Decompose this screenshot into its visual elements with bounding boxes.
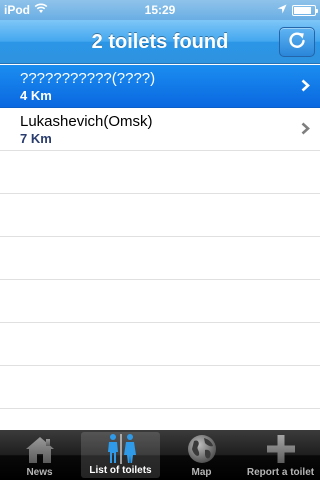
tab-label: News [26, 467, 53, 478]
empty-row [0, 409, 320, 430]
toilet-distance: 7 Km [20, 131, 52, 146]
location-arrow-icon [277, 3, 287, 17]
list-item[interactable]: ???????????(????) 4 Km [0, 65, 320, 108]
restroom-icon [104, 433, 138, 465]
refresh-icon [287, 30, 307, 55]
tab-label: List of toilets [89, 465, 152, 476]
empty-row [0, 194, 320, 237]
tab-news[interactable]: News [0, 430, 79, 480]
chevron-right-icon [301, 79, 310, 97]
battery-icon [292, 4, 318, 16]
refresh-button[interactable] [279, 27, 315, 57]
plus-icon [264, 433, 298, 465]
tab-label: Report a toilet [246, 467, 315, 478]
tab-map[interactable]: Map [162, 430, 241, 480]
toilet-distance: 4 Km [20, 88, 52, 103]
globe-icon [185, 433, 219, 465]
list-item[interactable]: Lukashevich(Omsk) 7 Km [0, 108, 320, 151]
chevron-right-icon [301, 122, 310, 140]
toilet-list: ???????????(????) 4 Km Lukashevich(Omsk)… [0, 65, 320, 430]
tab-bar: News List of toilets Map Report a toilet [0, 430, 320, 480]
status-bar: iPod 15:29 [0, 0, 320, 20]
status-time: 15:29 [144, 3, 176, 17]
tab-report-a-toilet[interactable]: Report a toilet [241, 430, 320, 480]
page-title: 2 toilets found [91, 31, 229, 53]
house-icon [23, 433, 57, 465]
tab-list-of-toilets[interactable]: List of toilets [81, 432, 160, 478]
navigation-bar: 2 toilets found [0, 20, 320, 64]
empty-row [0, 280, 320, 323]
toilet-name: Lukashevich(Omsk) [20, 113, 153, 130]
empty-row [0, 323, 320, 366]
empty-row [0, 151, 320, 194]
empty-row [0, 366, 320, 409]
toilet-name: ???????????(????) [20, 70, 156, 87]
battery-level [294, 6, 311, 14]
empty-row [0, 237, 320, 280]
tab-label: Map [191, 467, 212, 478]
